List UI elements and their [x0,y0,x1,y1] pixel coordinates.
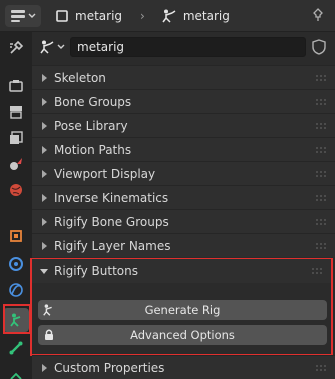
armature-icon [162,9,176,23]
shield-icon [312,39,326,55]
breadcrumb-object-name: metarig [75,8,123,23]
header-bar: metarig › metarig [0,0,335,32]
chevron-right-icon [42,363,47,372]
highlight-armature-tab [3,304,31,334]
tab-bone-constraint[interactable] [3,362,29,379]
chevron-right-icon [42,217,47,226]
data-block-row: metarig [36,36,330,58]
drag-handle-icon[interactable] [315,74,327,82]
lock-icon [45,329,53,340]
world-icon [10,184,22,196]
panel-motion-paths[interactable]: Motion Paths [32,137,335,161]
chevron-right-icon [42,169,47,178]
chevron-right-icon [42,145,47,154]
pin-icon[interactable] [311,8,325,22]
bone-constraint-icon [10,372,22,379]
chevron-right-icon [42,121,47,130]
view-layer-icon [10,131,23,144]
drag-handle-icon[interactable] [315,218,327,226]
panel-inverse-kinematics[interactable]: Inverse Kinematics [32,185,335,209]
tool-icon [10,40,24,54]
armature-icon [40,40,54,54]
data-block-name-field[interactable]: metarig [70,37,306,57]
tab-scene[interactable] [3,152,29,176]
armature-icon [43,304,52,316]
chevron-down-icon [40,269,48,274]
object-icon [10,230,22,242]
panel-custom-properties[interactable]: Custom Properties [32,355,335,379]
data-type-selector[interactable] [36,37,68,57]
panel-label: Rigify Layer Names [54,238,171,253]
tab-output[interactable] [3,100,29,124]
panel-bone-groups[interactable]: Bone Groups [32,89,335,113]
panel-label: Rigify Bone Groups [54,214,169,229]
panel-rigify-layer-names[interactable]: Rigify Layer Names [32,233,335,257]
generate-rig-button[interactable]: Generate Rig [38,300,327,320]
panel-label: Skeleton [54,70,106,85]
modifiers-icon [9,257,23,271]
physics-icon [9,283,23,297]
generate-rig-label: Generate Rig [144,303,221,317]
breadcrumb-separator: › [140,8,145,23]
panel-viewport-display[interactable]: Viewport Display [32,161,335,185]
tab-physics[interactable] [3,278,29,302]
drag-handle-icon[interactable] [315,242,327,250]
bone-icon [9,341,23,355]
tab-tool[interactable] [3,36,29,60]
tab-render[interactable] [3,74,29,98]
tab-modifiers[interactable] [3,252,29,276]
panel-rigify-buttons[interactable]: Rigify Buttons [32,259,331,283]
panel-label: Bone Groups [54,94,132,109]
tab-world[interactable] [3,178,29,202]
panel-label: Custom Properties [54,360,165,375]
properties-icon [11,9,25,22]
fake-user-button[interactable] [308,37,330,57]
tab-bone[interactable] [3,336,29,360]
object-icon [56,9,68,22]
panel-pose-library[interactable]: Pose Library [32,113,335,137]
drag-handle-icon[interactable] [315,146,327,154]
tab-object[interactable] [3,224,29,248]
panel-rigify-bone-groups[interactable]: Rigify Bone Groups [32,209,335,233]
drag-handle-icon[interactable] [311,267,323,275]
drag-handle-icon[interactable] [315,98,327,106]
output-icon [10,106,22,119]
drag-handle-icon[interactable] [315,170,327,178]
chevron-down-icon [28,13,36,18]
render-icon [9,80,23,92]
drag-handle-icon[interactable] [315,364,327,372]
drag-handle-icon[interactable] [315,122,327,130]
chevron-right-icon [42,241,47,250]
tab-view-layer[interactable] [3,126,29,150]
panel-skeleton[interactable]: Skeleton [32,65,335,89]
scene-icon [10,158,22,170]
panel-label: Inverse Kinematics [54,190,169,205]
advanced-options-button[interactable]: Advanced Options [38,325,327,345]
panel-label: Pose Library [54,118,128,133]
chevron-right-icon [42,193,47,202]
breadcrumb: metarig › metarig [55,8,230,24]
drag-handle-icon[interactable] [315,194,327,202]
breadcrumb-data-name: metarig [182,8,230,23]
editor-type-button[interactable] [5,4,41,27]
chevron-right-icon [42,73,47,82]
panel-label: Rigify Buttons [54,264,138,278]
chevron-down-icon [57,44,65,49]
properties-editor: metarig › metarig metarig Skeleton Bone … [0,0,335,379]
chevron-right-icon [42,97,47,106]
panel-label: Viewport Display [54,166,156,181]
advanced-options-label: Advanced Options [130,328,235,342]
panel-label: Motion Paths [54,142,132,157]
